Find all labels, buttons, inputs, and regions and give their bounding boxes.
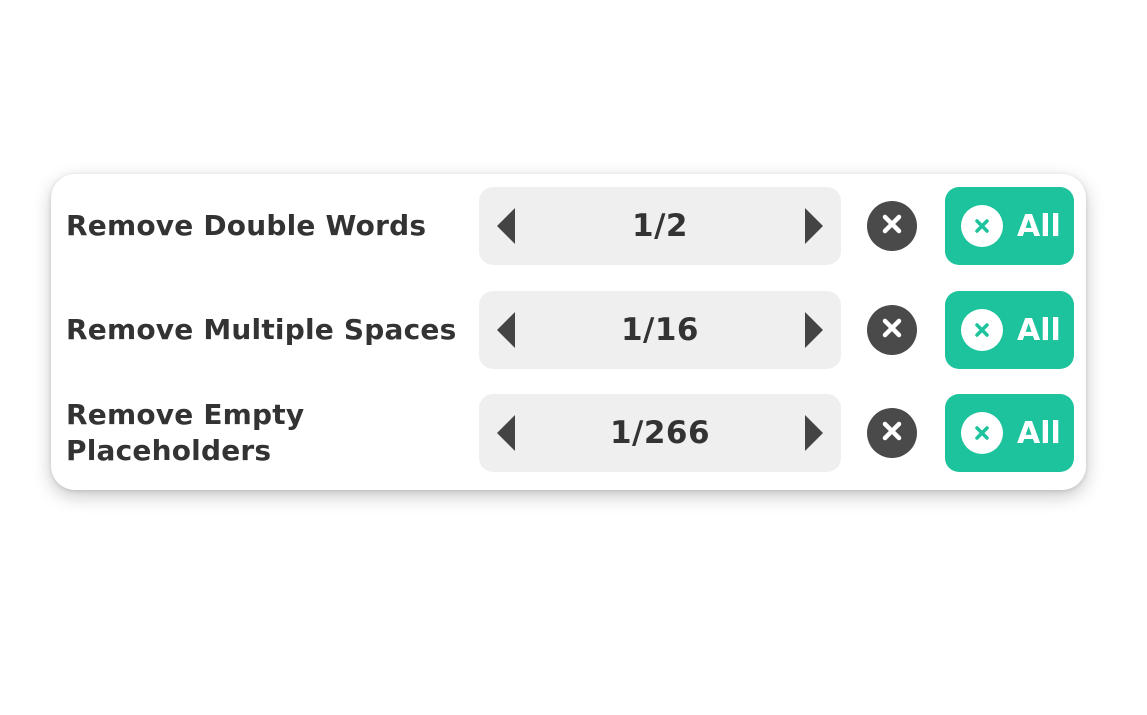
occurrence-stepper: 1/2 [479,187,841,265]
cleanup-row-empty-placeholders: Remove Empty Placeholders 1/266 All [51,394,1086,472]
occurrence-counter: 1/16 [620,312,700,348]
occurrence-counter: 1/2 [632,208,688,244]
remove-all-button[interactable]: All [945,394,1074,472]
row-label: Remove Double Words [66,209,427,242]
close-circle-icon [961,309,1003,351]
row-label: Remove Empty Placeholders [66,398,305,467]
remove-current-button[interactable] [867,305,917,355]
remove-all-button[interactable]: All [945,187,1074,265]
occurrence-counter: 1/266 [609,415,711,451]
remove-all-label: All [1017,208,1061,244]
cleanup-row-multiple-spaces: Remove Multiple Spaces 1/16 All [51,291,1086,369]
remove-all-label: All [1017,312,1061,348]
cleanup-panel: Remove Double Words 1/2 All Remove Multi… [51,174,1086,490]
close-icon [881,420,903,446]
occurrence-stepper: 1/266 [479,394,841,472]
remove-all-button[interactable]: All [945,291,1074,369]
caret-right-icon[interactable] [799,207,829,245]
cleanup-row-double-words: Remove Double Words 1/2 All [51,187,1086,265]
close-icon [881,213,903,239]
caret-right-icon[interactable] [799,311,829,349]
caret-right-icon[interactable] [799,414,829,452]
remove-all-label: All [1017,415,1061,451]
remove-current-button[interactable] [867,201,917,251]
close-circle-icon [961,205,1003,247]
close-icon [881,317,903,343]
remove-current-button[interactable] [867,408,917,458]
close-circle-icon [961,412,1003,454]
occurrence-stepper: 1/16 [479,291,841,369]
row-label: Remove Multiple Spaces [66,313,457,346]
